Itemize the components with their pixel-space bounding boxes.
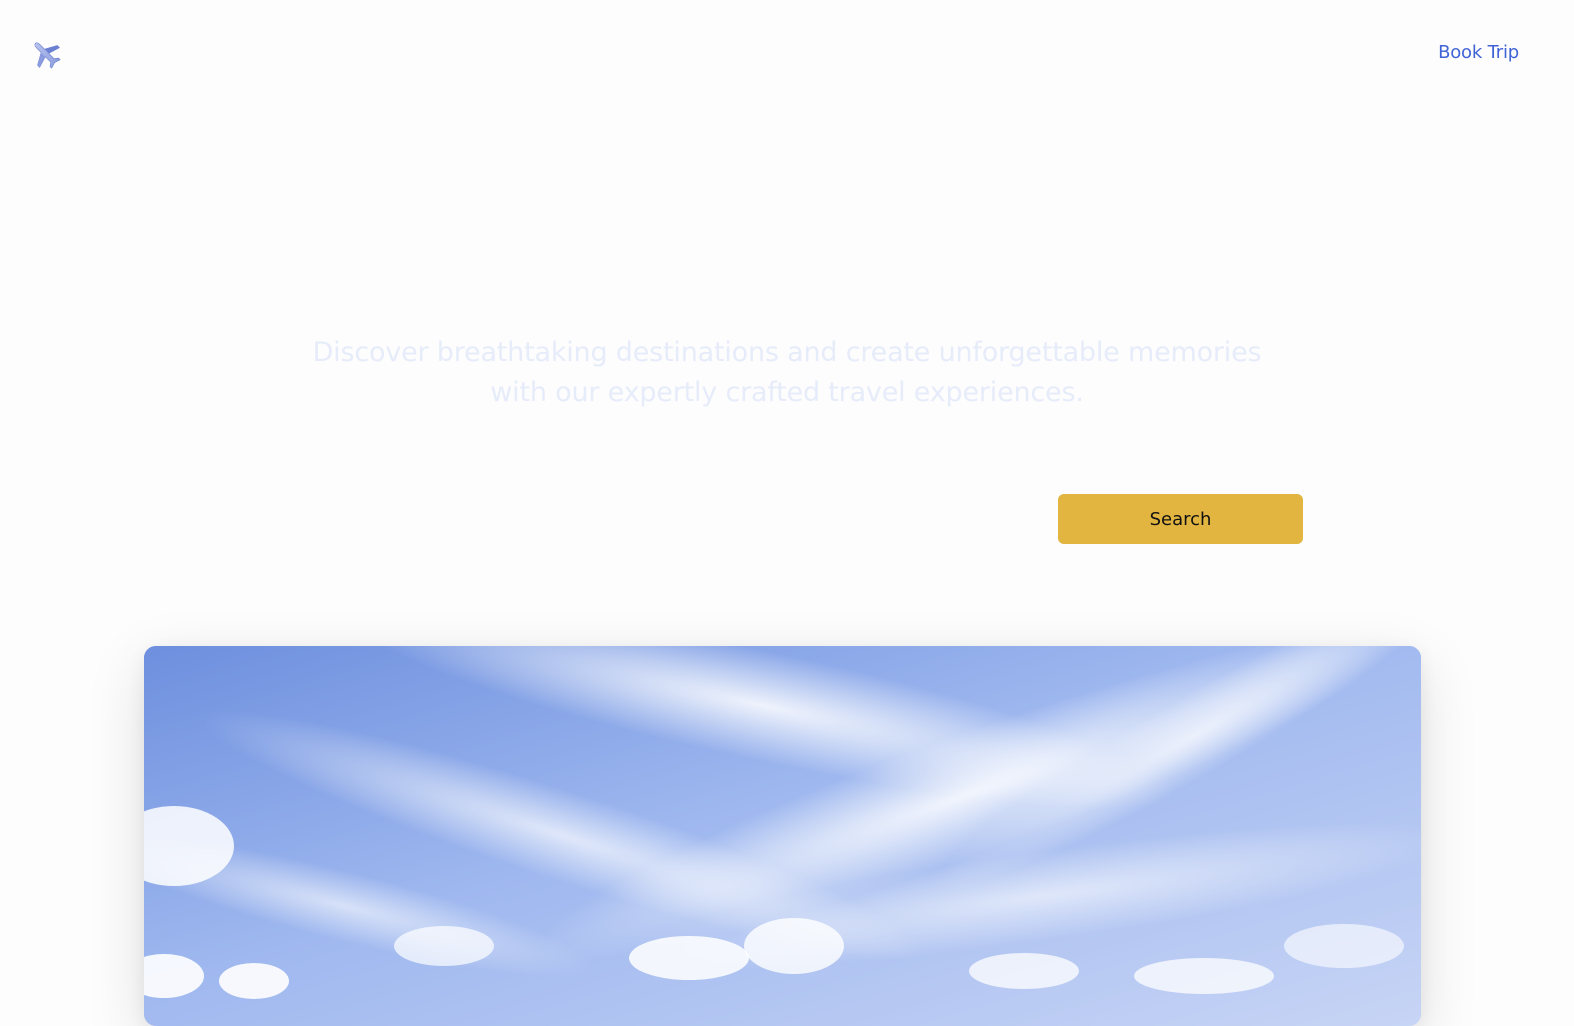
sky-photo xyxy=(144,646,1421,1026)
hero-subtitle-line1: Discover breathtaking destinations and c… xyxy=(312,337,1262,368)
hero-section: Discover breathtaking destinations and c… xyxy=(0,0,1574,1026)
search-button[interactable]: Search xyxy=(1058,494,1303,544)
hero-image xyxy=(144,646,1421,1026)
hero-subtitle-line2: with our expertly crafted travel experie… xyxy=(490,377,1084,408)
search-input[interactable] xyxy=(277,494,1037,544)
search-bar: Search xyxy=(277,494,1305,544)
hero-subtitle: Discover breathtaking destinations and c… xyxy=(0,333,1574,413)
